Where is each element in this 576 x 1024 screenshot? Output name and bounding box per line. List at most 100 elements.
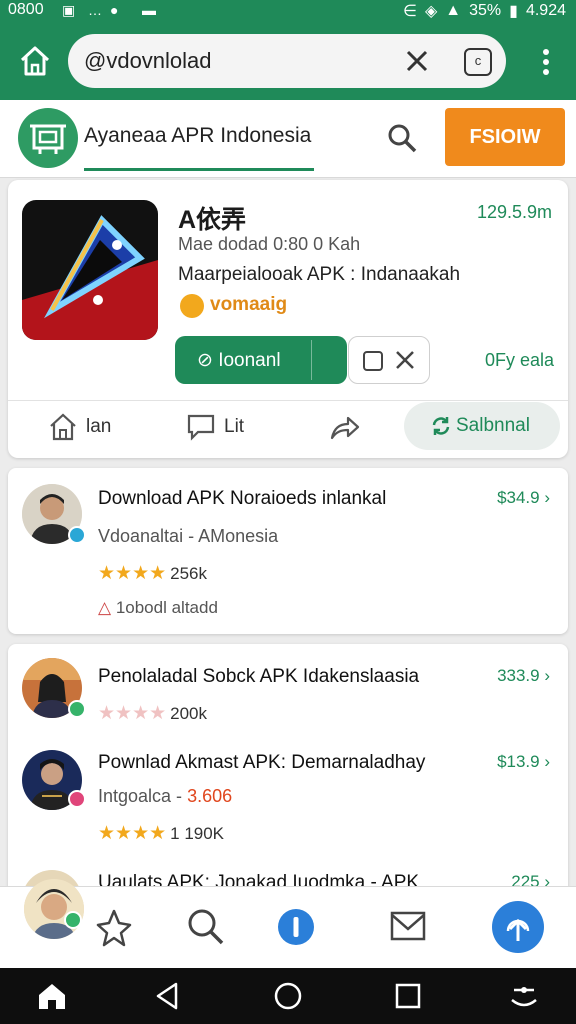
url-text[interactable]: @vdovnlolad	[84, 48, 212, 74]
site-logo[interactable]	[18, 108, 78, 168]
item-title[interactable]: Pownlad Akmast APK: Demarnaladhay	[98, 752, 425, 774]
item-rating: ★★★★ 200k	[98, 702, 207, 725]
item-subtitle-prefix: Intgoalca -	[98, 786, 188, 806]
item-subtitle-accent: 3.606	[187, 786, 233, 806]
list-item[interactable]: Download APK Noraioeds inlankal $34.9 › …	[8, 468, 568, 634]
status-bar: 0800 ▣ … ● ▬ ∈ ◈ ▲ 35% ▮ 4.924	[0, 0, 576, 22]
app-size: 129.5.9m	[476, 202, 552, 222]
person-avatar-icon	[24, 879, 84, 939]
circle-home-icon[interactable]	[272, 980, 304, 1012]
item-subtitle: Vdoanaltai - AMonesia	[98, 526, 279, 546]
upload-icon[interactable]	[490, 899, 546, 955]
status-time: 0800	[8, 1, 44, 18]
action-home-label: lan	[86, 416, 112, 437]
status-right: ∈ ◈ ▲ 35% ▮ 4.924	[403, 1, 566, 21]
item-rating: ★★★★ 256k	[98, 562, 207, 585]
item-price: $13.9 ›	[497, 752, 550, 771]
notification-dots-icon: …	[88, 2, 102, 18]
item-link[interactable]: △ 1obodl altadd	[98, 598, 218, 618]
item-price-value: $34.9	[497, 488, 540, 507]
tab-switcher-icon[interactable]: c	[464, 48, 492, 76]
location-icon: ●	[110, 2, 119, 18]
verified-badge-icon	[68, 790, 86, 808]
rating-count: 256k	[170, 564, 208, 583]
close-icon	[396, 351, 414, 369]
app-description: Maarpeialooak APK : Indanaakah	[178, 264, 461, 285]
rating-stars-icon: ★★★★	[98, 703, 167, 724]
url-bar[interactable]: @vdovnlolad c	[68, 34, 506, 88]
featured-app-card: A依弄 129.5.9m Mae dodad 0:80 0 Kah Maarpe…	[8, 180, 568, 458]
action-home[interactable]: lan	[48, 412, 138, 444]
item-subtitle: Intgoalca - 3.606	[98, 786, 232, 807]
developer-badge-icon	[180, 294, 204, 318]
clear-url-icon[interactable]	[402, 46, 432, 76]
action-comment[interactable]: Lit	[186, 412, 276, 444]
browser-toolbar: @vdovnlolad c	[0, 22, 576, 100]
app-logo-icon	[22, 200, 158, 340]
back-icon[interactable]	[152, 980, 184, 1012]
notification-box-icon: ▬	[142, 2, 156, 18]
app-meta: Mae dodad 0:80 0 Kah	[178, 234, 361, 254]
home-icon[interactable]	[36, 980, 68, 1012]
store-icon	[30, 124, 66, 154]
rating-count: 1 190K	[170, 824, 225, 843]
rating-stars-icon: ★★★★	[98, 823, 167, 844]
app-version: 0Fy eala	[484, 350, 554, 370]
comment-icon	[187, 414, 215, 441]
action-share[interactable]	[328, 412, 368, 444]
signal-icon: ▲	[445, 2, 462, 19]
info-icon[interactable]	[274, 905, 318, 949]
avatar[interactable]	[24, 879, 84, 939]
item-price-value: 333.9	[497, 666, 540, 685]
subscribe-label: Salbnnal	[456, 415, 530, 436]
action-comment-label: Lit	[224, 416, 245, 437]
app-icon[interactable]	[22, 200, 158, 340]
download-separator	[311, 340, 312, 380]
list-group: Penolaladal Sobck APK Idakenslaasia 333.…	[8, 644, 568, 930]
download-label: ⊘ Ioonanl	[197, 350, 281, 371]
verified-badge-icon	[68, 700, 86, 718]
rating-count: 200k	[170, 704, 208, 723]
status-clock-right: 4.924	[525, 2, 566, 19]
item-link-text: 1obodl altadd	[115, 598, 218, 617]
item-title[interactable]: Penolaladal Sobck APK Idakenslaasia	[98, 666, 419, 688]
star-icon[interactable]	[92, 905, 136, 949]
battery-icon: ▮	[509, 3, 518, 20]
recents-icon[interactable]	[392, 980, 424, 1012]
battery-percent: 35%	[469, 2, 502, 19]
system-navigation	[0, 968, 576, 1024]
item-rating: ★★★★ 1 190K	[98, 822, 224, 845]
site-header: Ayaneaa APR Indonesia FSIOIW	[0, 100, 576, 178]
subscribe-button[interactable]: Salbnnal	[404, 402, 560, 450]
search-icon[interactable]	[184, 905, 228, 949]
mail-icon[interactable]	[386, 905, 430, 949]
app-name: A依弄	[178, 206, 247, 234]
bottom-navigation	[0, 879, 576, 968]
item-title[interactable]: Download APK Noraioeds inlankal	[98, 488, 386, 510]
more-menu-icon[interactable]	[536, 46, 556, 78]
title-underline	[84, 168, 314, 171]
house-icon	[50, 413, 76, 441]
verified-badge-icon	[68, 526, 86, 544]
header-action-button[interactable]: FSIOIW	[445, 108, 565, 166]
bluetooth-icon: ∈	[403, 3, 417, 20]
rating-stars-icon: ★★★★	[98, 563, 167, 584]
notification-square-icon: ▣	[62, 2, 76, 18]
item-price: 333.9 ›	[497, 666, 550, 685]
search-icon[interactable]	[386, 122, 418, 154]
wifi-icon: ◈	[424, 3, 438, 20]
tag-icon: △	[98, 598, 112, 617]
site-title[interactable]: Ayaneaa APR Indonesia	[84, 124, 311, 148]
item-price: $34.9 ›	[497, 488, 550, 507]
copy-icon	[363, 351, 383, 371]
sync-icon	[432, 417, 450, 435]
download-button[interactable]: ⊘ Ioonanl	[175, 336, 347, 384]
share-icon	[330, 416, 360, 440]
download-text: Ioonanl	[218, 350, 281, 371]
download-options-button[interactable]	[348, 336, 430, 384]
assistant-icon[interactable]	[508, 980, 540, 1012]
card-divider	[8, 400, 568, 401]
developer-name[interactable]: vomaaig	[210, 294, 287, 316]
browser-home-icon[interactable]	[16, 42, 54, 80]
verified-badge-icon	[64, 911, 82, 929]
